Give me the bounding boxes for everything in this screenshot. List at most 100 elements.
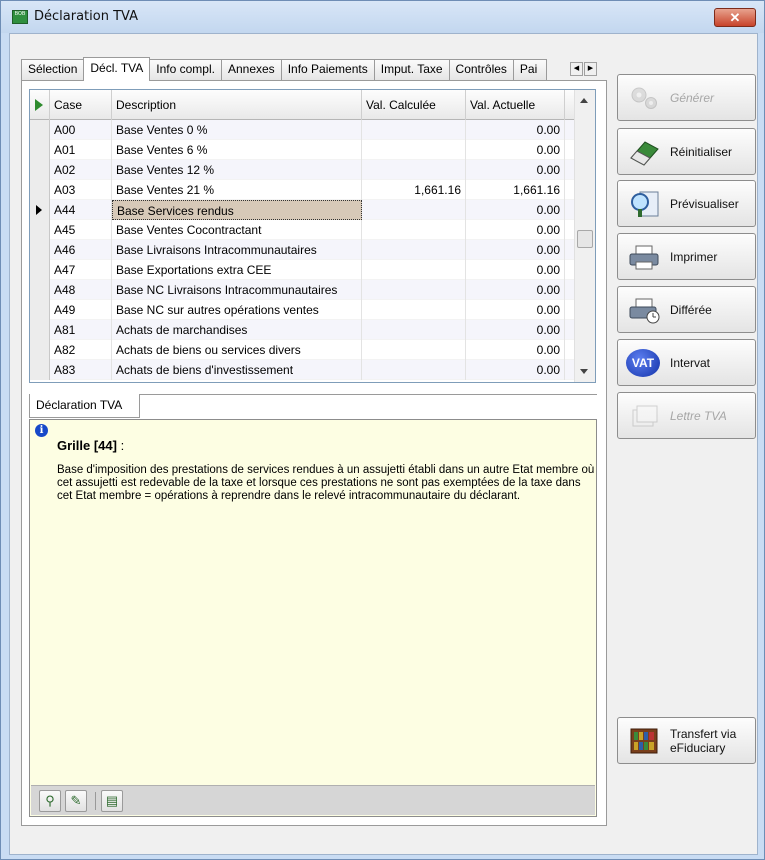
cell-description[interactable]: Achats de biens d'investissement — [112, 360, 362, 380]
cell-case[interactable]: A46 — [50, 240, 112, 260]
cell-val-actuelle[interactable]: 0.00 — [466, 220, 565, 240]
cell-val-calculee[interactable] — [362, 280, 466, 300]
cell-val-actuelle[interactable]: 0.00 — [466, 200, 565, 220]
tab-declaration-tva[interactable]: Déclaration TVA — [29, 394, 140, 418]
tab-info-compl[interactable]: Info compl. — [149, 59, 222, 80]
differee-button[interactable]: Différée — [617, 286, 756, 333]
lettre-tva-button[interactable]: Lettre TVA — [617, 392, 756, 439]
table-row[interactable]: A48 Base NC Livraisons Intracommunautaire… — [30, 280, 575, 300]
cell-val-calculee[interactable] — [362, 140, 466, 160]
cell-description[interactable]: Base Ventes 0 % — [112, 120, 362, 140]
row-indicator[interactable] — [30, 240, 50, 260]
row-indicator[interactable] — [30, 360, 50, 380]
cell-case[interactable]: A48 — [50, 280, 112, 300]
tab-decl-tva[interactable]: Décl. TVA — [83, 57, 151, 81]
cell-description[interactable]: Base Ventes Cocontractant — [112, 220, 362, 240]
cell-case[interactable]: A83 — [50, 360, 112, 380]
cell-case[interactable]: A45 — [50, 220, 112, 240]
table-row[interactable]: A03 Base Ventes 21 % 1,661.16 1,661.16 — [30, 180, 575, 200]
column-header-case[interactable]: Case — [50, 90, 112, 120]
cell-val-actuelle[interactable]: 0.00 — [466, 360, 565, 380]
cell-case[interactable]: A82 — [50, 340, 112, 360]
cell-description[interactable]: Achats de marchandises — [112, 320, 362, 340]
cell-description[interactable]: Base Ventes 12 % — [112, 160, 362, 180]
tab-info-paiements[interactable]: Info Paiements — [280, 59, 375, 80]
row-indicator[interactable] — [30, 320, 50, 340]
cell-description[interactable]: Achats de biens ou services divers — [112, 340, 362, 360]
tab-imput-taxe[interactable]: Imput. Taxe — [373, 59, 450, 80]
table-row[interactable]: A45 Base Ventes Cocontractant 0.00 — [30, 220, 575, 240]
close-button[interactable]: ✕ — [714, 8, 756, 27]
cell-val-calculee[interactable] — [362, 220, 466, 240]
cell-case[interactable]: A49 — [50, 300, 112, 320]
row-indicator[interactable] — [30, 340, 50, 360]
cell-case[interactable]: A44 — [50, 200, 112, 220]
table-row[interactable]: A82 Achats de biens ou services divers 0.0… — [30, 340, 575, 360]
table-row[interactable]: A02 Base Ventes 12 % 0.00 — [30, 160, 575, 180]
cell-case[interactable]: A03 — [50, 180, 112, 200]
cell-val-actuelle[interactable]: 0.00 — [466, 300, 565, 320]
cell-val-actuelle[interactable]: 0.00 — [466, 320, 565, 340]
cell-val-calculee[interactable] — [362, 120, 466, 140]
table-row[interactable]: A00 Base Ventes 0 % 0.00 — [30, 120, 575, 140]
scroll-up-icon[interactable] — [580, 98, 588, 103]
reinitialiser-button[interactable]: Réinitialiser — [617, 128, 756, 175]
tab-paiements-truncated[interactable]: Pai — [512, 59, 547, 80]
cell-val-calculee[interactable] — [362, 240, 466, 260]
row-indicator[interactable] — [30, 280, 50, 300]
pin-icon[interactable]: ⚲ — [39, 790, 61, 812]
cell-description[interactable]: Base NC Livraisons Intracommunautaires — [112, 280, 362, 300]
row-indicator[interactable] — [30, 200, 50, 220]
document-icon[interactable]: ▤ — [101, 790, 123, 812]
table-row[interactable]: A81 Achats de marchandises 0.00 — [30, 320, 575, 340]
row-indicator[interactable] — [30, 180, 50, 200]
cell-val-actuelle[interactable]: 0.00 — [466, 140, 565, 160]
cell-val-calculee[interactable]: 1,661.16 — [362, 180, 466, 200]
tab-selection[interactable]: Sélection — [21, 59, 85, 80]
cell-val-actuelle[interactable]: 0.00 — [466, 240, 565, 260]
row-indicator[interactable] — [30, 140, 50, 160]
row-indicator[interactable] — [30, 220, 50, 240]
cell-val-calculee[interactable] — [362, 260, 466, 280]
cell-val-calculee[interactable] — [362, 160, 466, 180]
table-row[interactable]: A47 Base Exportations extra CEE 0.00 — [30, 260, 575, 280]
previsualiser-button[interactable]: Prévisualiser — [617, 180, 756, 227]
cell-val-calculee[interactable] — [362, 320, 466, 340]
cell-description[interactable]: Base Exportations extra CEE — [112, 260, 362, 280]
grid-vertical-scrollbar[interactable] — [574, 90, 595, 382]
cell-val-actuelle[interactable]: 0.00 — [466, 340, 565, 360]
cell-val-calculee[interactable] — [362, 300, 466, 320]
column-header-val-calculee[interactable]: Val. Calculée — [362, 90, 466, 120]
cell-description[interactable]: Base NC sur autres opérations ventes — [112, 300, 362, 320]
cell-val-calculee[interactable] — [362, 360, 466, 380]
tab-annexes[interactable]: Annexes — [220, 59, 282, 80]
table-row[interactable]: A44 Base Services rendus 0.00 — [30, 200, 575, 220]
cell-case[interactable]: A02 — [50, 160, 112, 180]
cell-case[interactable]: A81 — [50, 320, 112, 340]
cell-val-calculee[interactable] — [362, 340, 466, 360]
cell-val-actuelle[interactable]: 0.00 — [466, 160, 565, 180]
row-indicator[interactable] — [30, 300, 50, 320]
pen-icon[interactable]: ✎ — [65, 790, 87, 812]
intervat-button[interactable]: VAT Intervat — [617, 339, 756, 386]
cell-description[interactable]: Base Ventes 21 % — [112, 180, 362, 200]
tab-controles[interactable]: Contrôles — [448, 59, 514, 80]
cell-val-actuelle[interactable]: 0.00 — [466, 260, 565, 280]
imprimer-button[interactable]: Imprimer — [617, 233, 756, 280]
cell-description[interactable]: Base Livraisons Intracommunautaires — [112, 240, 362, 260]
generer-button[interactable]: Générer — [617, 74, 756, 121]
row-indicator[interactable] — [30, 160, 50, 180]
cell-val-calculee[interactable] — [362, 200, 466, 220]
row-indicator[interactable] — [30, 260, 50, 280]
table-row[interactable]: A83 Achats de biens d'investissement 0.00 — [30, 360, 575, 380]
table-row[interactable]: A01 Base Ventes 6 % 0.00 — [30, 140, 575, 160]
tab-scroll-right-button[interactable]: ▶ — [584, 62, 597, 76]
column-header-val-actuelle[interactable]: Val. Actuelle — [466, 90, 565, 120]
cell-description[interactable]: Base Ventes 6 % — [112, 140, 362, 160]
transfert-efiduciary-button[interactable]: Transfert via eFiduciary — [617, 717, 756, 764]
column-header-description[interactable]: Description — [112, 90, 362, 120]
cell-description[interactable]: Base Services rendus — [112, 200, 362, 220]
scroll-down-icon[interactable] — [580, 369, 588, 374]
table-row[interactable]: A46 Base Livraisons Intracommunautaires 0.… — [30, 240, 575, 260]
cell-case[interactable]: A00 — [50, 120, 112, 140]
